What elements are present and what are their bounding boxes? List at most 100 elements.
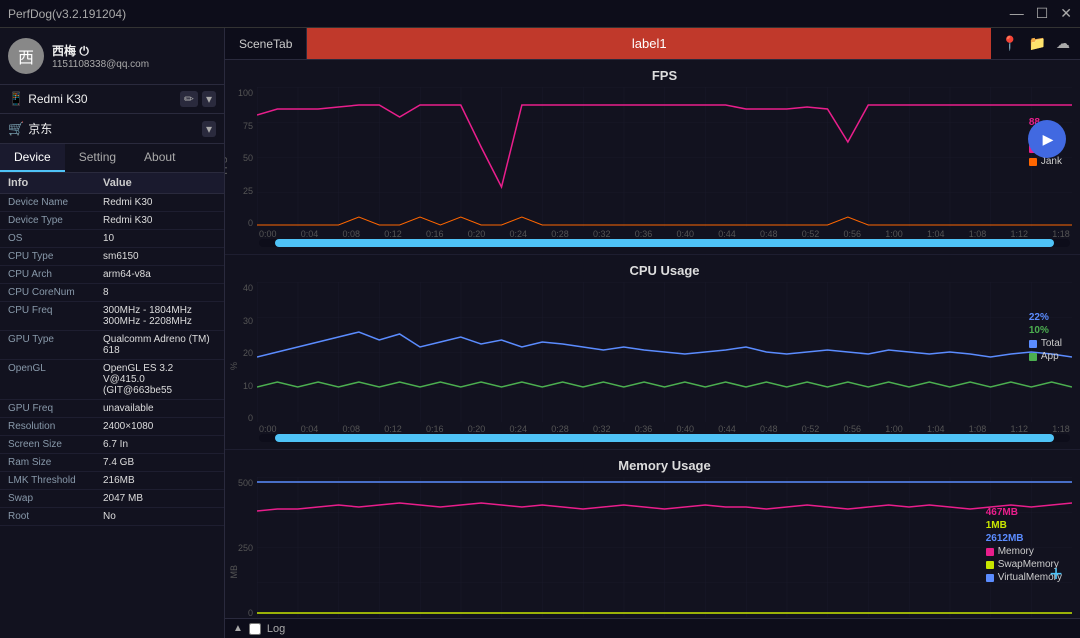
fps-xtick-7: 0:28	[551, 229, 569, 239]
total-label: Total	[1041, 338, 1062, 349]
cpu-x-ticks: 0:00 0:04 0:08 0:12 0:16 0:20 0:24 0:28 …	[257, 424, 1072, 434]
platform-row: 🛒 京东 ▾	[0, 114, 224, 144]
fps-scrollbar[interactable]	[259, 239, 1070, 247]
fps-scrollbar-thumb[interactable]	[275, 239, 1054, 247]
fps-xtick-2: 0:08	[343, 229, 361, 239]
titlebar: PerfDog(v3.2.191204) — ☐ ✕	[0, 0, 1080, 28]
cpu-legend: 22% 10% Total App	[1029, 312, 1062, 362]
table-row: Ram Size7.4 GB	[0, 454, 224, 472]
fps-xtick-10: 0:40	[677, 229, 695, 239]
fps-chart-svg	[257, 87, 1072, 227]
value-cell: Redmi K30	[103, 215, 216, 226]
log-expand-arrow[interactable]: ▲	[233, 623, 243, 634]
cpu-total-label: Total	[1029, 338, 1062, 349]
table-row: LMK Threshold216MB	[0, 472, 224, 490]
scene-tab-icons: 📍 📁 ☁	[991, 35, 1080, 52]
cpu-chart-title: CPU Usage	[257, 263, 1072, 278]
table-row: RootNo	[0, 508, 224, 526]
fps-y-labels: 100 75 50 25 0	[227, 88, 253, 228]
dropdown-device-button[interactable]: ▾	[202, 91, 216, 107]
log-checkbox[interactable]	[249, 623, 261, 635]
cpu-scrollbar[interactable]	[259, 434, 1070, 442]
cloud-icon[interactable]: ☁	[1056, 35, 1070, 52]
add-chart-button[interactable]: +	[1042, 560, 1070, 588]
virtual-value: 2612MB	[986, 533, 1024, 544]
cpu-chart-inner: 22% 10% Total App	[257, 282, 1072, 422]
cpu-chart-container: 40 30 20 10 0 CPU Usage	[225, 255, 1080, 450]
tab-setting[interactable]: Setting	[65, 144, 130, 172]
cpu-y-30: 30	[243, 316, 253, 326]
fps-y-25: 25	[243, 186, 253, 196]
fps-xtick-16: 1:04	[927, 229, 945, 239]
profile-info: 西梅 ⏻ 1151108338@qq.com	[52, 42, 149, 70]
folder-icon[interactable]: 📁	[1029, 35, 1046, 52]
cpu-xtick-14: 0:56	[844, 424, 862, 434]
memory-chart-container: 500 250 0 Memory Usage	[225, 450, 1080, 618]
table-row: CPU Typesm6150	[0, 248, 224, 266]
value-cell: OpenGL ES 3.2 V@415.0 (GIT@663be55	[103, 363, 216, 396]
header-value: Value	[103, 177, 216, 189]
maximize-button[interactable]: ☐	[1036, 5, 1049, 22]
memory-chart-svg	[257, 477, 1072, 617]
info-cell: Swap	[8, 493, 103, 504]
memory-chart-title: Memory Usage	[257, 458, 1072, 473]
device-actions: ✏ ▾	[180, 91, 216, 107]
fps-xtick-12: 0:48	[760, 229, 778, 239]
close-button[interactable]: ✕	[1060, 5, 1072, 22]
info-table: Info Value Device NameRedmi K30Device Ty…	[0, 173, 224, 638]
app-label: App	[1041, 351, 1059, 362]
cpu-xtick-18: 1:12	[1011, 424, 1029, 434]
cpu-total-val: 22%	[1029, 312, 1062, 323]
fps-chart-inner: 88 0 FPS Jank	[257, 87, 1072, 227]
tab-about[interactable]: About	[130, 144, 189, 172]
cpu-xtick-1: 0:04	[301, 424, 319, 434]
location-icon[interactable]: 📍	[1001, 35, 1018, 52]
table-row: CPU CoreNum8	[0, 284, 224, 302]
table-row: Screen Size6.7 In	[0, 436, 224, 454]
memory-chart-inner: 467MB 1MB 2612MB Memory	[257, 477, 1072, 617]
cpu-scrollbar-thumb[interactable]	[275, 434, 1054, 442]
fps-xtick-6: 0:24	[510, 229, 528, 239]
right-panel: SceneTab label1 📍 📁 ☁ 100 75 50 25 0	[225, 28, 1080, 638]
value-cell: 6.7 In	[103, 439, 216, 450]
info-cell: Ram Size	[8, 457, 103, 468]
window-controls: — ☐ ✕	[1010, 5, 1072, 22]
value-cell: 2047 MB	[103, 493, 216, 504]
fps-xtick-14: 0:56	[844, 229, 862, 239]
fps-x-ticks: 0:00 0:04 0:08 0:12 0:16 0:20 0:24 0:28 …	[257, 229, 1072, 239]
cpu-xtick-16: 1:04	[927, 424, 945, 434]
fps-xtick-13: 0:52	[802, 229, 820, 239]
fps-xtick-9: 0:36	[635, 229, 653, 239]
fps-xtick-17: 1:08	[969, 229, 987, 239]
fps-y-100: 100	[238, 88, 253, 98]
platform-icon: 🛒	[8, 121, 24, 137]
header-info: Info	[8, 177, 103, 189]
cpu-y-axis-label: %	[229, 362, 239, 370]
info-cell: Resolution	[8, 421, 103, 432]
info-cell: LMK Threshold	[8, 475, 103, 486]
username: 西梅 ⏻	[52, 42, 149, 59]
cpu-y-10: 10	[243, 381, 253, 391]
table-row: Device TypeRedmi K30	[0, 212, 224, 230]
sidebar-tabs: Device Setting About	[0, 144, 224, 173]
cpu-app-label: App	[1029, 351, 1062, 362]
value-cell: 300MHz - 1804MHz 300MHz - 2208MHz	[103, 305, 216, 327]
table-row: CPU Archarm64-v8a	[0, 266, 224, 284]
minimize-button[interactable]: —	[1010, 5, 1024, 22]
table-row: GPU Frequnavailable	[0, 400, 224, 418]
value-cell: arm64-v8a	[103, 269, 216, 280]
value-cell: sm6150	[103, 251, 216, 262]
app-title: PerfDog(v3.2.191204)	[8, 7, 126, 21]
play-button[interactable]	[1028, 120, 1066, 158]
scene-tab-label[interactable]: SceneTab	[225, 28, 307, 59]
swap-val: 1MB	[986, 520, 1062, 531]
edit-device-button[interactable]: ✏	[180, 91, 198, 107]
cpu-total-value: 22%	[1029, 312, 1049, 323]
value-cell: Qualcomm Adreno (TM) 618	[103, 334, 216, 356]
device-row: 📱 Redmi K30 ✏ ▾	[0, 85, 224, 114]
tab-device[interactable]: Device	[0, 144, 65, 172]
info-cell: Screen Size	[8, 439, 103, 450]
cpu-xtick-10: 0:40	[677, 424, 695, 434]
dropdown-platform-button[interactable]: ▾	[202, 121, 216, 137]
cpu-xtick-4: 0:16	[426, 424, 444, 434]
